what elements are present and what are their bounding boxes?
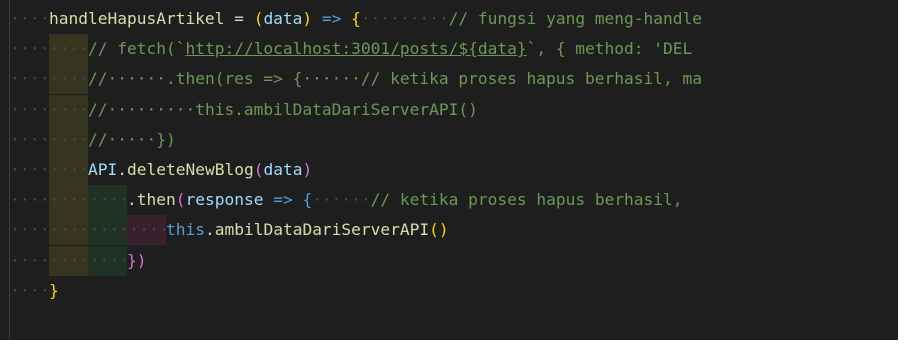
code-token: . — [127, 190, 137, 210]
code-token: { — [351, 9, 361, 28]
code-content: this.ambilDataDariServerAPI() — [166, 215, 449, 245]
code-content: //·····}) — [88, 125, 176, 155]
code-content: } — [49, 276, 59, 306]
code-line[interactable]: ········//·····}) — [0, 124, 898, 155]
code-token: data — [263, 160, 303, 179]
code-token: ( — [253, 160, 264, 179]
code-line[interactable]: ············}) — [0, 245, 898, 276]
code-token: => — [312, 9, 352, 28]
code-token: ) — [302, 160, 313, 179]
code-token: ambilDataDariServerAPI — [214, 220, 430, 240]
code-token: //·········this.ambilDataDariServerAPI() — [88, 99, 478, 119]
code-token: } — [49, 280, 59, 300]
whitespace-marker: ········ — [10, 39, 90, 59]
whitespace-marker: ···· — [10, 280, 50, 300]
code-token: ) — [302, 9, 313, 28]
whitespace-marker: ········ — [10, 69, 90, 89]
code-editor[interactable]: ···· handleHapusArtikel = (data) => {····… — [0, 0, 898, 340]
code-content: //······.then(res => {······// ketika pr… — [88, 64, 702, 94]
whitespace-marker: ················ — [10, 220, 170, 240]
code-token: //·····}) — [88, 129, 176, 149]
code-content: .then(response => {······// ketika prose… — [127, 185, 692, 215]
code-line[interactable]: ···· handleHapusArtikel = (data) => {····… — [0, 4, 898, 34]
code-token: = — [224, 9, 254, 28]
code-token: ······ — [312, 190, 371, 210]
code-token: // fetch(` — [88, 39, 186, 59]
code-token: ( — [253, 9, 264, 28]
code-token: //······.then(res => {······// ketika pr… — [88, 69, 702, 89]
code-token: // fungsi yang meng-handle — [448, 9, 703, 28]
code-token: `, { method: 'DEL — [526, 39, 693, 59]
code-token: // ketika proses hapus berhasil, — [370, 190, 693, 210]
code-line[interactable]: ········// fetch(`http://localhost:3001/… — [0, 34, 898, 65]
code-content: }) — [127, 246, 147, 276]
whitespace-marker: ···· — [10, 9, 50, 28]
code-line[interactable]: ················ this.ambilDataDariServer… — [0, 215, 898, 246]
code-token: ········· — [360, 9, 449, 28]
code-token: then — [136, 190, 176, 210]
code-content: //·········this.ambilDataDariServerAPI() — [88, 95, 478, 125]
code-token: . — [204, 220, 215, 240]
code-line[interactable]: ············ .then(response => {······// … — [0, 185, 898, 216]
whitespace-marker: ············ — [10, 190, 130, 210]
code-token: http://localhost:3001/posts/${data} — [185, 39, 527, 59]
code-token: => — [263, 190, 303, 210]
code-token: response — [185, 190, 264, 210]
code-line[interactable]: ········ API.deleteNewBlog(data) — [0, 155, 898, 185]
whitespace-marker: ········ — [10, 129, 90, 149]
code-token: handleHapusArtikel — [49, 9, 225, 28]
code-token: this — [166, 220, 205, 240]
code-token: { — [302, 190, 313, 210]
code-line[interactable]: ········//······.then(res => {······// k… — [0, 64, 898, 95]
code-token: }) — [127, 250, 147, 270]
code-token: ( — [429, 220, 439, 240]
code-token: deleteNewBlog — [127, 160, 254, 179]
code-token: API — [88, 160, 118, 179]
code-line[interactable]: ········//·········this.ambilDataDariSer… — [0, 94, 898, 125]
code-content: handleHapusArtikel = (data) => {········… — [49, 4, 702, 34]
code-token: data — [263, 9, 303, 28]
code-content: API.deleteNewBlog(data) — [88, 155, 312, 185]
code-token: ) — [438, 220, 449, 240]
whitespace-marker: ········ — [10, 160, 90, 179]
code-token: . — [117, 160, 127, 179]
code-content: // fetch(`http://localhost:3001/posts/${… — [88, 34, 692, 64]
code-line[interactable]: ····} — [0, 276, 898, 306]
whitespace-marker: ············ — [10, 250, 130, 270]
whitespace-marker: ········ — [10, 99, 90, 119]
